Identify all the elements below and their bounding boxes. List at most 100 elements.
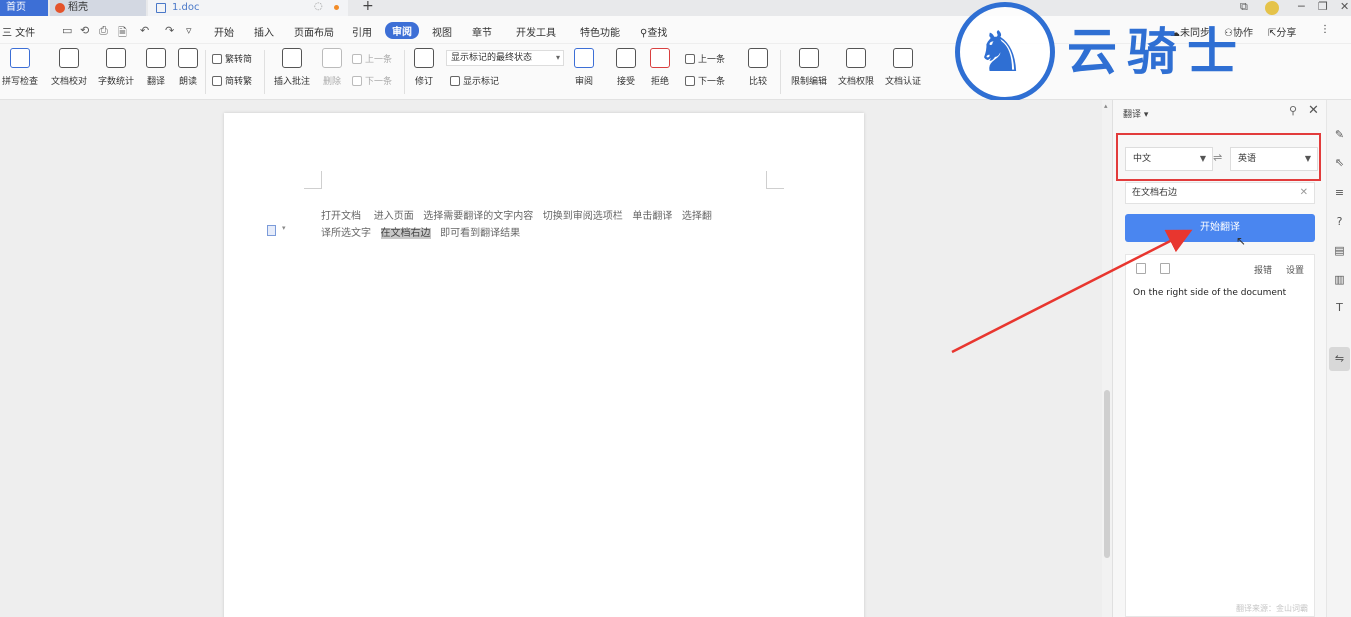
paragraph-icon[interactable]	[267, 225, 276, 236]
menu-developer[interactable]: 开发工具	[516, 24, 556, 39]
translation-source-credit: 翻译来源：金山词霸	[1236, 604, 1308, 613]
scroll-up-icon[interactable]: ▴	[1104, 102, 1108, 110]
menu-start[interactable]: 开始	[214, 24, 234, 39]
spellcheck-button[interactable]: 拼写检查	[0, 48, 40, 87]
trad-to-simp-button[interactable]: 繁转简	[212, 52, 252, 65]
next-comment-button[interactable]: 下一条	[352, 74, 392, 87]
doc-line-1: 打开文档 进入页面 选择需要翻译的文字内容 切换到审阅选项栏 单击翻译 选择翻	[321, 211, 712, 222]
insert-comment-button[interactable]: 插入批注	[270, 48, 314, 87]
menu-references[interactable]: 引用	[352, 24, 372, 39]
markup-state-select[interactable]: 显示标记的最终状态 ▾	[446, 50, 564, 66]
menu-review[interactable]: 审阅	[385, 22, 419, 39]
panel-title[interactable]: 翻译 ▾	[1123, 107, 1148, 120]
sliders-icon[interactable]: ≡	[1333, 186, 1346, 199]
next-change-label: 下一条	[698, 77, 726, 87]
close-window-button[interactable]: ✕	[1340, 0, 1349, 14]
scrollbar-thumb[interactable]	[1104, 390, 1110, 558]
customize-icon[interactable]: ▿	[186, 24, 192, 37]
swap-language-icon[interactable]: ⇌	[1213, 151, 1222, 164]
review-pane-button[interactable]: 审阅	[570, 48, 598, 87]
prev-comment-button[interactable]: 上一条	[352, 52, 392, 65]
menu-section[interactable]: 章节	[472, 24, 492, 39]
read-aloud-icon	[178, 48, 198, 68]
tab-document-label: 1.doc	[172, 2, 200, 13]
review-label: 审阅	[574, 77, 593, 87]
comment-icon	[282, 48, 302, 68]
pen-icon[interactable]: ✎	[1333, 128, 1346, 141]
show-markup-button[interactable]: 显示标记	[450, 74, 499, 87]
target-language-select[interactable]: 英语 ▼	[1230, 147, 1318, 171]
track-changes-button[interactable]: 修订	[410, 48, 438, 87]
tab-home[interactable]: 首页	[0, 0, 48, 16]
document-body[interactable]: 打开文档 进入页面 选择需要翻译的文字内容 切换到审阅选项栏 单击翻译 选择翻 …	[321, 208, 771, 242]
simp-to-trad-button[interactable]: 简转繁	[212, 74, 252, 87]
settings-link[interactable]: 设置	[1286, 263, 1304, 276]
simp-to-trad-label: 简转繁	[225, 77, 253, 87]
read-aloud-label: 朗读	[178, 77, 197, 87]
word-count-button[interactable]: 字数统计	[95, 48, 137, 87]
translate-tool-icon[interactable]: ⇋	[1329, 347, 1350, 371]
delete-comment-button[interactable]: 删除	[318, 48, 346, 87]
more-menu-icon[interactable]: ⋮	[1320, 24, 1330, 35]
export-icon[interactable]: ⟲	[80, 24, 89, 37]
word-count-label: 字数统计	[97, 77, 134, 87]
copy-result-icon[interactable]	[1160, 263, 1170, 274]
save-icon[interactable]: ▭	[62, 24, 72, 37]
report-error-link[interactable]: 报错	[1254, 263, 1272, 276]
undo-icon[interactable]: ↶	[140, 24, 149, 37]
prev-change-button[interactable]: 上一条	[685, 52, 725, 65]
tab-daoke[interactable]: 稻壳	[50, 0, 146, 16]
next-comment-icon	[352, 76, 362, 86]
compare-button[interactable]: 比较	[744, 48, 772, 87]
pin-icon[interactable]: ⚲	[1289, 104, 1297, 117]
target-language-value: 英语	[1238, 154, 1257, 164]
comment-bubble-icon[interactable]: ◌	[314, 1, 323, 12]
print-icon[interactable]: ⎙	[99, 24, 108, 38]
doc-settings-icon[interactable]: ▤	[1333, 244, 1346, 257]
ribbon-divider	[780, 50, 781, 94]
translate-button[interactable]: 翻译	[142, 48, 170, 87]
menu-features[interactable]: 特色功能	[580, 24, 620, 39]
source-text-input[interactable]: 在文档右边 ✕	[1125, 182, 1315, 204]
text-icon[interactable]: T	[1333, 301, 1346, 314]
restrict-edit-button[interactable]: 限制编辑	[787, 48, 831, 87]
start-translate-button[interactable]: 开始翻译	[1125, 214, 1315, 242]
doc-export-icon[interactable]: ▥	[1333, 273, 1346, 286]
vertical-scrollbar[interactable]: ▴	[1102, 100, 1112, 617]
file-menu[interactable]: 三 文件	[2, 24, 35, 39]
read-aloud-button[interactable]: 朗读	[176, 48, 200, 87]
doc-auth-button[interactable]: 文档认证	[882, 48, 924, 87]
redo-icon[interactable]: ↷	[165, 24, 174, 37]
yunqishi-logo: ♞ 云骑士	[955, 0, 1305, 112]
menu-page-layout[interactable]: 页面布局	[294, 24, 334, 39]
chevron-down-icon[interactable]: ▾	[282, 224, 286, 232]
reject-button[interactable]: 拒绝	[646, 48, 674, 87]
clear-icon[interactable]: ✕	[1300, 183, 1308, 203]
search-menu[interactable]: ⚲查找	[640, 24, 667, 39]
doc-proof-button[interactable]: 文档校对	[48, 48, 90, 87]
right-tool-strip: ✎ ⇖ ≡ ? ▤ ▥ T ⇋	[1326, 100, 1351, 617]
chevron-down-icon: ▾	[555, 53, 560, 62]
chevron-down-icon: ▼	[1199, 154, 1206, 163]
restore-button[interactable]: ❐	[1318, 0, 1328, 14]
help-icon[interactable]: ?	[1333, 215, 1346, 228]
doc-line-2-prefix: 译所选文字	[321, 228, 381, 239]
margin-corner-mark	[304, 171, 322, 189]
copy-source-icon[interactable]	[1136, 263, 1146, 274]
delete-comment-icon	[322, 48, 342, 68]
print-preview-icon[interactable]: 🗎	[118, 24, 127, 43]
cursor-icon[interactable]: ⇖	[1333, 156, 1346, 169]
doc-rights-button[interactable]: 文档权限	[835, 48, 877, 87]
track-changes-label: 修订	[414, 77, 433, 87]
menu-insert[interactable]: 插入	[254, 24, 274, 39]
reject-label: 拒绝	[650, 77, 669, 87]
accept-button[interactable]: 接受	[612, 48, 640, 87]
ribbon-divider	[205, 50, 206, 94]
close-icon[interactable]: ✕	[1308, 103, 1319, 118]
next-change-button[interactable]: 下一条	[685, 74, 725, 87]
source-language-select[interactable]: 中文 ▼	[1125, 147, 1213, 171]
menu-view[interactable]: 视图	[432, 24, 452, 39]
new-tab-button[interactable]: +	[362, 0, 374, 14]
translate-icon	[146, 48, 166, 68]
document-page[interactable]: ▾ 打开文档 进入页面 选择需要翻译的文字内容 切换到审阅选项栏 单击翻译 选择…	[224, 113, 864, 617]
